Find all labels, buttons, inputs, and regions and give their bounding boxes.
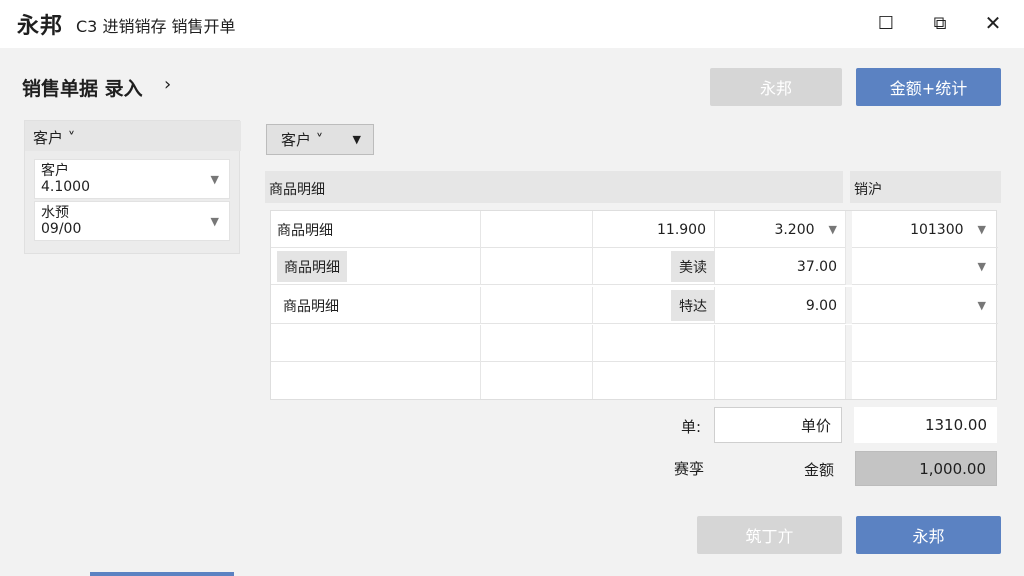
quantity-cell[interactable]: 11.900 [593, 211, 715, 248]
restore-icon[interactable]: ⧉ [922, 8, 958, 38]
side-value: 101300 [910, 221, 964, 238]
unit-label: 单: [681, 418, 702, 436]
maximize-icon[interactable]: ☐ [868, 8, 904, 38]
customer-filter-label: 客户 ˅ [281, 131, 324, 149]
customer-field-value: 4.1000 [41, 179, 90, 195]
empty-cell[interactable] [481, 362, 593, 399]
scrollbar-thumb[interactable] [90, 572, 234, 576]
close-icon[interactable]: ✕ [975, 8, 1011, 38]
customer-panel-header[interactable]: 客户 ˅ [25, 121, 241, 151]
grid-header-side: 销沪 [850, 171, 1001, 203]
page-title: 销售单据 录入 [22, 78, 143, 100]
window-title: C3 进销销存 销售开单 [76, 17, 236, 36]
chevron-down-icon[interactable]: ▼ [211, 214, 219, 230]
quantity-cell[interactable] [593, 325, 715, 362]
price-cell[interactable] [715, 362, 846, 399]
product-tag: 商品明细 [277, 251, 347, 282]
table-row[interactable]: 商品明细 特达 9.00 ▼ [271, 287, 998, 324]
product-name-cell[interactable]: 商品明细 [271, 287, 481, 324]
chevron-down-icon[interactable]: ▼ [978, 223, 986, 236]
customer-field[interactable]: 客户 4.1000 ▼ [34, 159, 230, 199]
chevron-down-icon[interactable]: ▼ [211, 172, 219, 188]
product-name-cell[interactable]: 商品明细 [271, 211, 481, 248]
title-bar: 永邦 C3 进销销存 销售开单 ☐ ⧉ ✕ [0, 0, 1024, 48]
empty-cell[interactable] [481, 248, 593, 285]
side-cell[interactable]: 101300 ▼ [852, 211, 998, 248]
table-row[interactable] [271, 325, 998, 362]
side-cell[interactable] [852, 325, 998, 362]
product-name-cell[interactable] [271, 362, 481, 399]
table-row[interactable]: 商品明细 美读 37.00 ▼ [271, 248, 998, 285]
footer-confirm-button[interactable]: 永邦 [856, 516, 1001, 554]
unit-tag: 特达 [671, 290, 715, 321]
price-cell[interactable]: 37.00 [715, 248, 846, 285]
empty-cell[interactable] [481, 287, 593, 324]
caret-down-icon: ▼ [352, 133, 361, 146]
unit-tag: 美读 [671, 251, 715, 282]
summary-label: 赛孪 [674, 460, 705, 478]
side-cell[interactable]: ▼ [852, 248, 998, 285]
total-field[interactable]: 1310.00 [854, 407, 997, 443]
grid-header-main: 商品明细 [265, 171, 843, 203]
price-cell[interactable] [715, 325, 846, 362]
second-field-label: 水预 [41, 205, 69, 221]
customer-filter-dropdown[interactable]: 客户 ˅ ▼ [266, 124, 374, 155]
side-cell[interactable]: ▼ [852, 287, 998, 324]
product-grid: 商品明细 11.900 3.200 ▼ 101300 ▼ 商品明细 美读 37.00… [270, 210, 998, 400]
app-name: 永邦 [17, 14, 64, 39]
quantity-cell[interactable] [593, 362, 715, 399]
unit-price-input[interactable]: 单价 [714, 407, 842, 443]
second-field[interactable]: 水预 09/00 ▼ [34, 201, 230, 241]
chevron-down-icon[interactable]: ▼ [978, 260, 986, 273]
second-field-value: 09/00 [41, 221, 82, 237]
price-value: 3.200 [774, 221, 815, 238]
footer-disabled-button[interactable]: 筑丁亣 [697, 516, 842, 554]
table-row[interactable]: 商品明细 11.900 3.200 ▼ 101300 ▼ [271, 211, 998, 248]
product-name-cell[interactable]: 商品明细 [271, 248, 481, 285]
customer-panel: 客户 ˅ 客户 4.1000 ▼ 水预 09/00 ▼ [24, 120, 241, 254]
empty-cell[interactable] [481, 211, 593, 248]
chevron-down-icon[interactable]: ▼ [978, 299, 986, 312]
product-name-cell[interactable] [271, 325, 481, 362]
chevron-right-icon[interactable]: › [164, 74, 171, 95]
customer-field-label: 客户 [41, 163, 69, 179]
amount-label: 金额 [804, 461, 835, 479]
toolbar-disabled-button[interactable]: 永邦 [710, 68, 842, 106]
chevron-down-icon[interactable]: ▼ [829, 223, 837, 236]
table-row[interactable] [271, 362, 998, 399]
side-cell[interactable] [852, 362, 998, 399]
amount-stats-button[interactable]: 金额+统计 [856, 68, 1001, 106]
price-cell[interactable]: 3.200 ▼ [715, 211, 846, 248]
price-cell[interactable]: 9.00 [715, 287, 846, 324]
empty-cell[interactable] [481, 325, 593, 362]
amount-total: 1,000.00 [855, 451, 997, 486]
